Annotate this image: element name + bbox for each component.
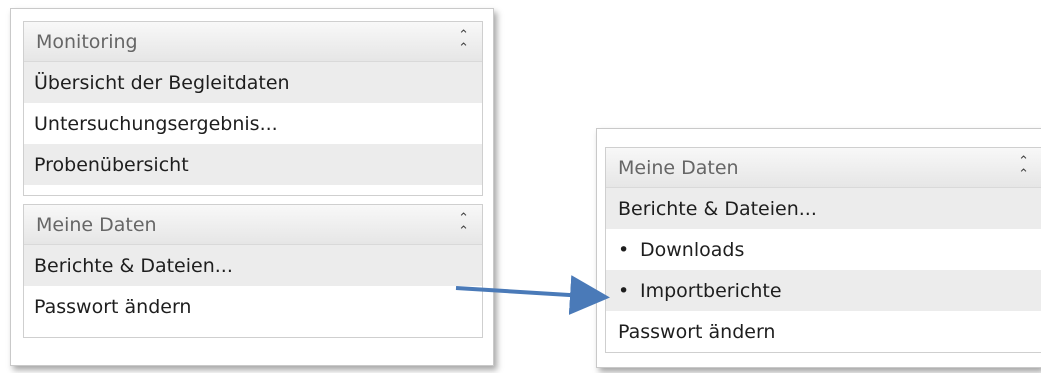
arrow-right-icon — [455, 275, 610, 315]
screenshot-stage: Monitoring ⌃ ⌃ Übersicht der Begleitdaten… — [0, 0, 1041, 373]
